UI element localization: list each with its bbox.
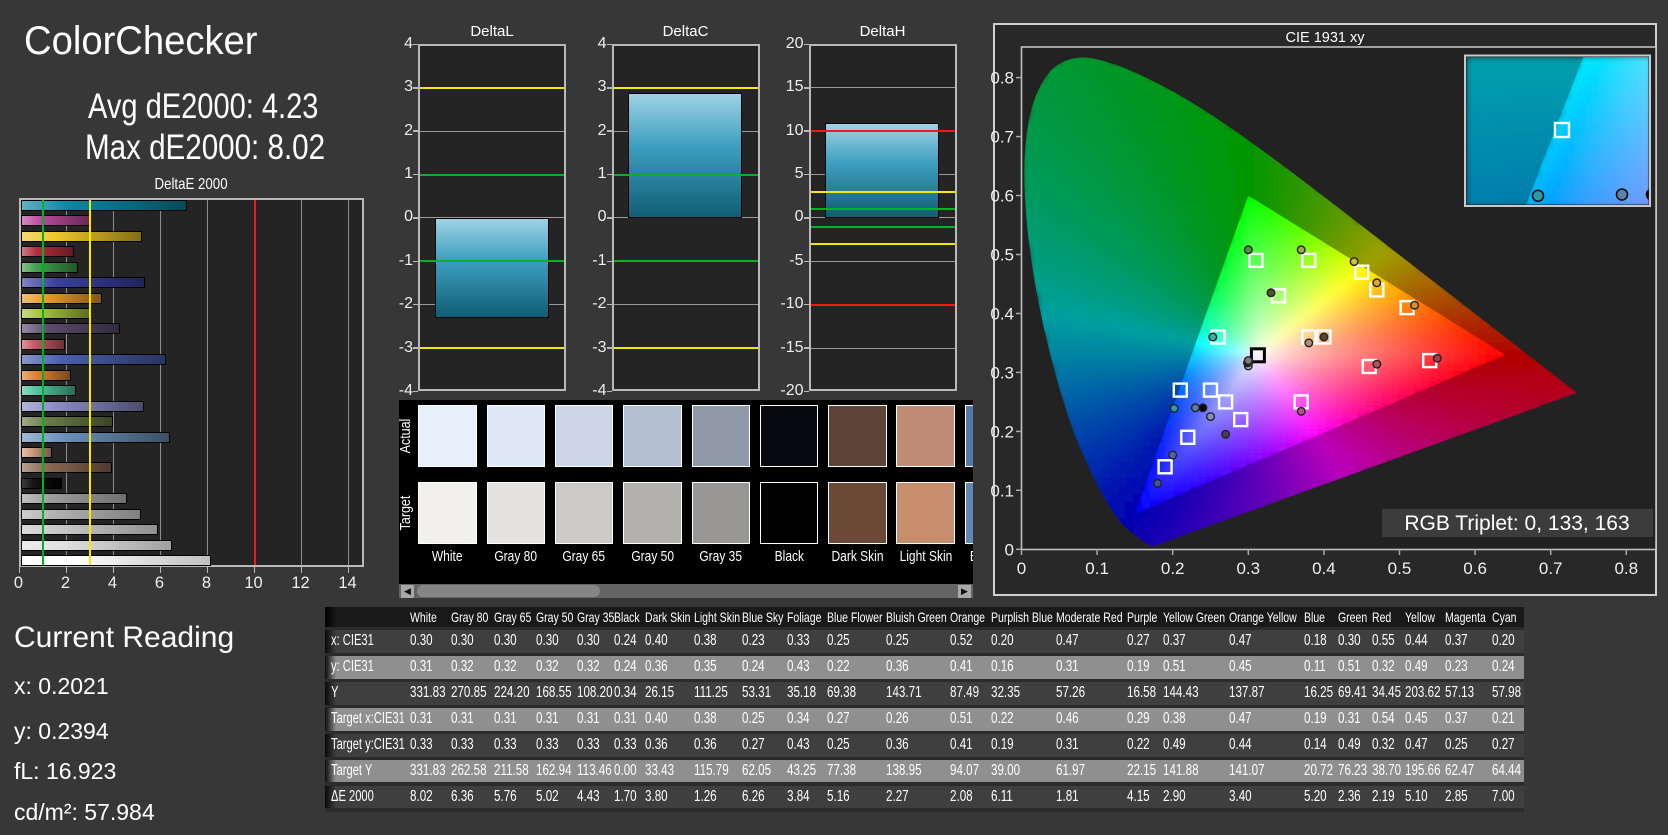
svg-text:0.6: 0.6 — [990, 187, 1014, 206]
svg-text:0: 0 — [1017, 559, 1026, 578]
svg-text:0.2: 0.2 — [1161, 559, 1185, 578]
svg-text:0.4: 0.4 — [990, 305, 1014, 324]
svg-text:0.1: 0.1 — [990, 481, 1014, 500]
svg-text:0.8: 0.8 — [1614, 559, 1638, 578]
svg-text:0.5: 0.5 — [990, 246, 1014, 265]
svg-text:0.3: 0.3 — [1236, 559, 1260, 578]
svg-text:0.3: 0.3 — [990, 363, 1014, 382]
svg-text:RGB Triplet: 0, 133, 163: RGB Triplet: 0, 133, 163 — [1404, 512, 1629, 535]
svg-text:0.7: 0.7 — [1539, 559, 1563, 578]
svg-text:0.2: 0.2 — [990, 422, 1014, 441]
svg-text:0.5: 0.5 — [1388, 559, 1412, 578]
svg-text:0: 0 — [1005, 540, 1014, 559]
svg-text:0.8: 0.8 — [990, 69, 1014, 88]
svg-text:0.1: 0.1 — [1085, 559, 1109, 578]
svg-text:0.4: 0.4 — [1312, 559, 1336, 578]
svg-text:0.6: 0.6 — [1463, 559, 1487, 578]
svg-text:0.7: 0.7 — [990, 128, 1014, 147]
